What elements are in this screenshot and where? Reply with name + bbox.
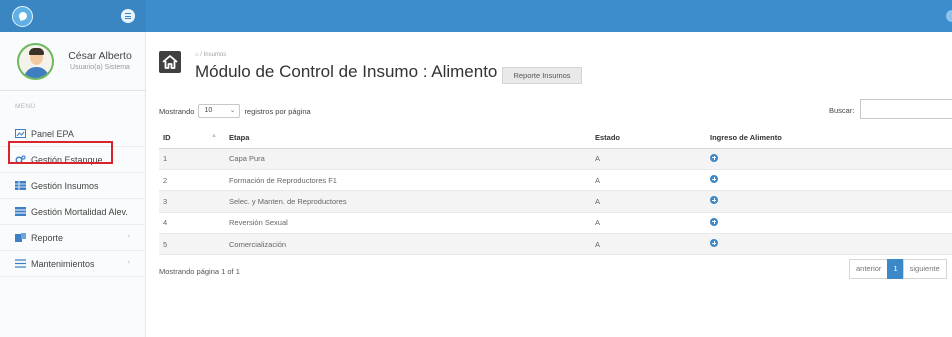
length-label-prefix: Mostrando [159,106,195,116]
cell-estado: A [591,148,706,170]
home-icon [159,51,181,73]
cell-ingreso [706,212,952,235]
breadcrumb: ⌂ / Insumos [195,52,226,58]
table-icon [15,181,26,190]
page-1-button[interactable]: 1 [887,259,904,279]
main-content: ⌂ / Insumos Módulo de Control de Insumo … [147,32,952,337]
chevron-left-icon: ‹ [127,259,130,266]
sidebar-item-label: Mantenimientos [31,259,95,269]
sidebar: César Alberto Usuario(a) Sistema MENÚ Pa… [0,32,146,337]
report-insumos-button[interactable]: Reporte Insumos [502,67,582,84]
cell-etapa: Selec. y Manten. de Reproductores [225,190,591,213]
cell-estado: A [591,190,706,213]
menu-section-label: MENÚ [15,103,36,110]
column-header-ingreso[interactable]: Ingreso de Alimento [706,128,952,149]
user-name: César Alberto [68,50,132,62]
add-circle-icon[interactable] [710,153,718,162]
cell-ingreso [706,190,952,213]
prev-page-button[interactable]: anterior [849,259,889,279]
cell-id: 1 [159,148,225,170]
table-row: 2 Formación de Reproductores F1 A [159,169,952,192]
sidebar-item-label: Reporte [31,233,64,243]
sidebar-item-gestion-insumos[interactable]: Gestión Insumos [0,173,146,199]
cell-etapa: Reversión Sexual [225,212,591,235]
top-navbar [0,0,952,32]
table-row: 5 Comercialización A [159,233,952,256]
user-panel: César Alberto Usuario(a) Sistema [0,32,146,91]
table-header-row: ID ▲ Etapa Estado Ingreso de Alimento [159,128,952,149]
sidebar-toggle-button[interactable] [121,9,135,23]
next-page-button[interactable]: siguiente [902,259,947,279]
menu-icon [15,259,26,268]
page-length-control: Mostrando 10 ⌄ registros por página [159,104,311,118]
cell-ingreso [706,148,952,170]
breadcrumb-home-icon[interactable]: ⌂ [195,52,199,58]
avatar [17,43,54,80]
report-icon [15,233,26,242]
breadcrumb-current: / Insumos [200,52,227,58]
dashboard-icon [15,129,26,138]
chevron-left-icon: ‹ [127,233,130,240]
column-header-estado[interactable]: Estado [591,128,706,149]
cell-id: 3 [159,190,225,213]
table-row: 1 Capa Pura A [159,148,952,170]
sidebar-item-gestion-mortalidad[interactable]: Gestión Mortalidad Alev. [0,199,146,225]
sidebar-item-reporte[interactable]: Reporte ‹ [0,225,146,251]
list-icon [15,207,26,216]
insumos-table: ID ▲ Etapa Estado Ingreso de Alimento 1 C… [159,128,952,256]
cell-etapa: Comercialización [225,233,591,256]
sort-asc-icon: ▲ [211,133,217,139]
cell-ingreso [706,233,952,256]
cell-etapa: Capa Pura [225,148,591,170]
sidebar-item-mantenimientos[interactable]: Mantenimientos ‹ [0,251,146,277]
add-circle-icon[interactable] [710,196,718,205]
table-row: 4 Reversión Sexual A [159,212,952,235]
length-label-suffix: registros por página [244,106,311,116]
page-length-select[interactable]: 10 ⌄ [198,104,241,118]
app-logo-icon[interactable] [12,6,33,27]
logo-area [0,0,146,32]
cell-ingreso [706,169,952,192]
cell-estado: A [591,212,706,235]
add-circle-icon[interactable] [710,217,718,226]
cell-estado: A [591,233,706,256]
highlight-box [8,141,113,164]
cell-id: 2 [159,169,225,192]
cell-etapa: Formación de Reproductores F1 [225,169,591,192]
sidebar-item-label: Panel EPA [31,129,74,139]
chevron-down-icon: ⌄ [229,107,236,114]
cell-id: 4 [159,212,225,235]
search-label: Buscar: [829,106,855,115]
add-circle-icon[interactable] [710,175,718,184]
cell-id: 5 [159,233,225,256]
column-header-id[interactable]: ID ▲ [159,128,225,149]
page-title: Módulo de Control de Insumo : Alimento [195,62,498,81]
search-input[interactable] [860,99,952,119]
pagination: anterior 1 siguiente [849,259,947,279]
cell-estado: A [591,169,706,192]
add-circle-icon[interactable] [710,239,718,248]
column-header-etapa[interactable]: Etapa [225,128,591,149]
table-row: 3 Selec. y Manten. de Reproductores A [159,190,952,213]
sidebar-item-label: Gestión Insumos [31,181,99,191]
user-role: Usuario(a) Sistema [70,64,130,71]
table-info: Mostrando página 1 of 1 [159,267,240,276]
sidebar-item-label: Gestión Mortalidad Alev. [31,207,128,217]
user-menu-button[interactable] [946,10,952,22]
